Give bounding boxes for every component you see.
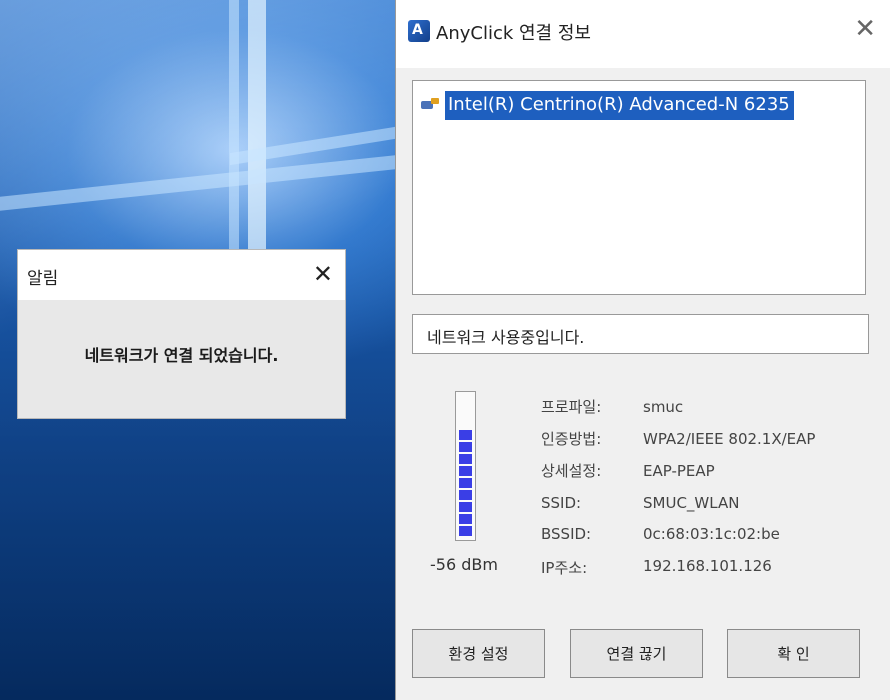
ssid-value: SMUC_WLAN: [643, 494, 740, 512]
close-icon[interactable]: ✕: [313, 260, 333, 288]
auth-method-value: WPA2/IEEE 802.1X/EAP: [643, 430, 816, 448]
window-titlebar: A AnyClick 연결 정보 ✕: [396, 0, 890, 68]
signal-bar: [459, 526, 472, 536]
signal-bar: [459, 514, 472, 524]
ip-address-value: 192.168.101.126: [643, 557, 772, 575]
profile-value: smuc: [643, 398, 684, 416]
anyclick-connection-window: A AnyClick 연결 정보 ✕ Intel(R) Centrino(R) …: [395, 0, 890, 700]
adapter-list[interactable]: Intel(R) Centrino(R) Advanced-N 6235: [412, 80, 866, 295]
status-field: 네트워크 사용중입니다.: [412, 314, 869, 354]
notification-dialog: 알림 ✕ 네트워크가 연결 되었습니다.: [17, 249, 346, 419]
signal-dbm-label: -56 dBm: [430, 555, 498, 574]
signal-bar: [459, 430, 472, 440]
notification-titlebar: 알림 ✕: [18, 250, 345, 300]
signal-bar: [459, 454, 472, 464]
ssid-label: SSID:: [541, 494, 582, 512]
profile-label: 프로파일:: [541, 398, 602, 416]
ok-button[interactable]: 확 인: [727, 629, 860, 678]
ip-address-label: IP주소:: [541, 559, 588, 577]
signal-bar: [459, 442, 472, 452]
detail-setting-label: 상세설정:: [541, 462, 602, 480]
wallpaper-light-beam: [229, 0, 239, 250]
detail-setting-value: EAP-PEAP: [643, 462, 715, 480]
auth-method-label: 인증방법:: [541, 430, 602, 448]
notification-message: 네트워크가 연결 되었습니다.: [84, 346, 279, 365]
status-text: 네트워크 사용중입니다.: [427, 328, 585, 347]
wallpaper-light-beam: [248, 0, 266, 250]
adapter-list-item[interactable]: Intel(R) Centrino(R) Advanced-N 6235: [419, 90, 794, 120]
network-adapter-icon: [419, 97, 443, 113]
disconnect-button[interactable]: 연결 끊기: [570, 629, 703, 678]
close-icon[interactable]: ✕: [854, 14, 876, 44]
notification-title: 알림: [27, 269, 59, 289]
adapter-name[interactable]: Intel(R) Centrino(R) Advanced-N 6235: [445, 90, 794, 120]
window-title: AnyClick 연결 정보: [436, 23, 591, 44]
signal-bar: [459, 478, 472, 488]
anyclick-app-icon: A: [408, 20, 430, 42]
bssid-value: 0c:68:03:1c:02:be: [643, 525, 780, 543]
signal-bar: [459, 490, 472, 500]
settings-button[interactable]: 환경 설정: [412, 629, 545, 678]
signal-strength-meter: [455, 391, 476, 541]
signal-bar: [459, 502, 472, 512]
bssid-label: BSSID:: [541, 525, 592, 543]
signal-bar: [459, 466, 472, 476]
